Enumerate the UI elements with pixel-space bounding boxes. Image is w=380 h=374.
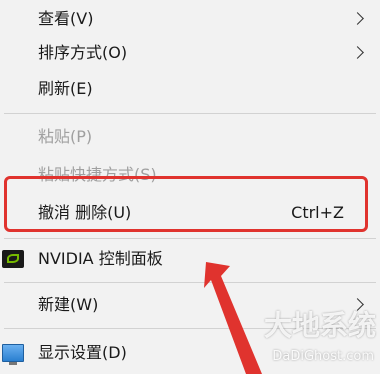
- watermark-logo-text: 大地系统: [263, 309, 376, 342]
- watermark-url: DaDiGhost.com: [272, 349, 374, 364]
